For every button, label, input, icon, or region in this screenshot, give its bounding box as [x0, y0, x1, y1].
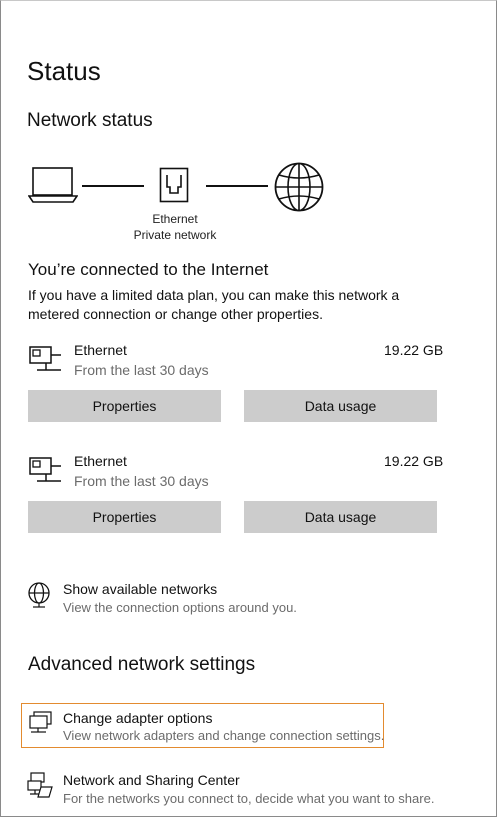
- change-adapter-title: Change adapter options: [63, 710, 213, 726]
- connection-line-1: [82, 185, 144, 187]
- data-usage-button[interactable]: Data usage: [244, 501, 437, 533]
- adapter-icon: [28, 711, 54, 735]
- connection-line-2: [206, 185, 268, 187]
- connection-description: If you have a limited data plan, you can…: [28, 287, 400, 322]
- advanced-settings-heading: Advanced network settings: [28, 654, 256, 675]
- laptop-icon: [28, 166, 78, 204]
- diagram-network-label: Private network: [133, 228, 217, 242]
- change-adapter-options-link[interactable]: Change adapter options View network adap…: [26, 708, 385, 746]
- properties-button[interactable]: Properties: [28, 390, 221, 422]
- connection-usage: 19.22 GB: [384, 453, 444, 469]
- connection-subtitle: From the last 30 days: [74, 473, 209, 489]
- connection-usage: 19.22 GB: [384, 342, 444, 358]
- show-networks-subtitle: View the connection options around you.: [63, 600, 297, 615]
- data-usage-button[interactable]: Data usage: [244, 390, 437, 422]
- show-available-networks-link[interactable]: Show available networks View the connect…: [26, 579, 326, 619]
- connection-name: Ethernet: [74, 342, 127, 358]
- globe-icon: [273, 161, 325, 213]
- diagram-adapter-label: Ethernet: [152, 212, 198, 226]
- show-networks-title: Show available networks: [63, 581, 218, 597]
- properties-button[interactable]: Properties: [28, 501, 221, 533]
- ethernet-network-icon: [29, 346, 63, 374]
- sharing-center-subtitle: For the networks you connect to, decide …: [63, 791, 435, 806]
- sharing-center-title: Network and Sharing Center: [63, 772, 240, 788]
- ethernet-network-icon: [29, 457, 63, 485]
- network-sharing-center-link[interactable]: Network and Sharing Center For the netwo…: [26, 771, 446, 809]
- globe-network-icon: [27, 582, 51, 608]
- change-adapter-subtitle: View network adapters and change connect…: [63, 728, 385, 743]
- connected-heading: You’re connected to the Internet: [28, 260, 269, 279]
- ethernet-port-icon: [159, 167, 189, 205]
- network-status-heading: Network status: [27, 110, 153, 131]
- sharing-center-icon: [27, 772, 53, 798]
- page-title: Status: [27, 56, 101, 86]
- connection-subtitle: From the last 30 days: [74, 362, 209, 378]
- connection-name: Ethernet: [74, 453, 127, 469]
